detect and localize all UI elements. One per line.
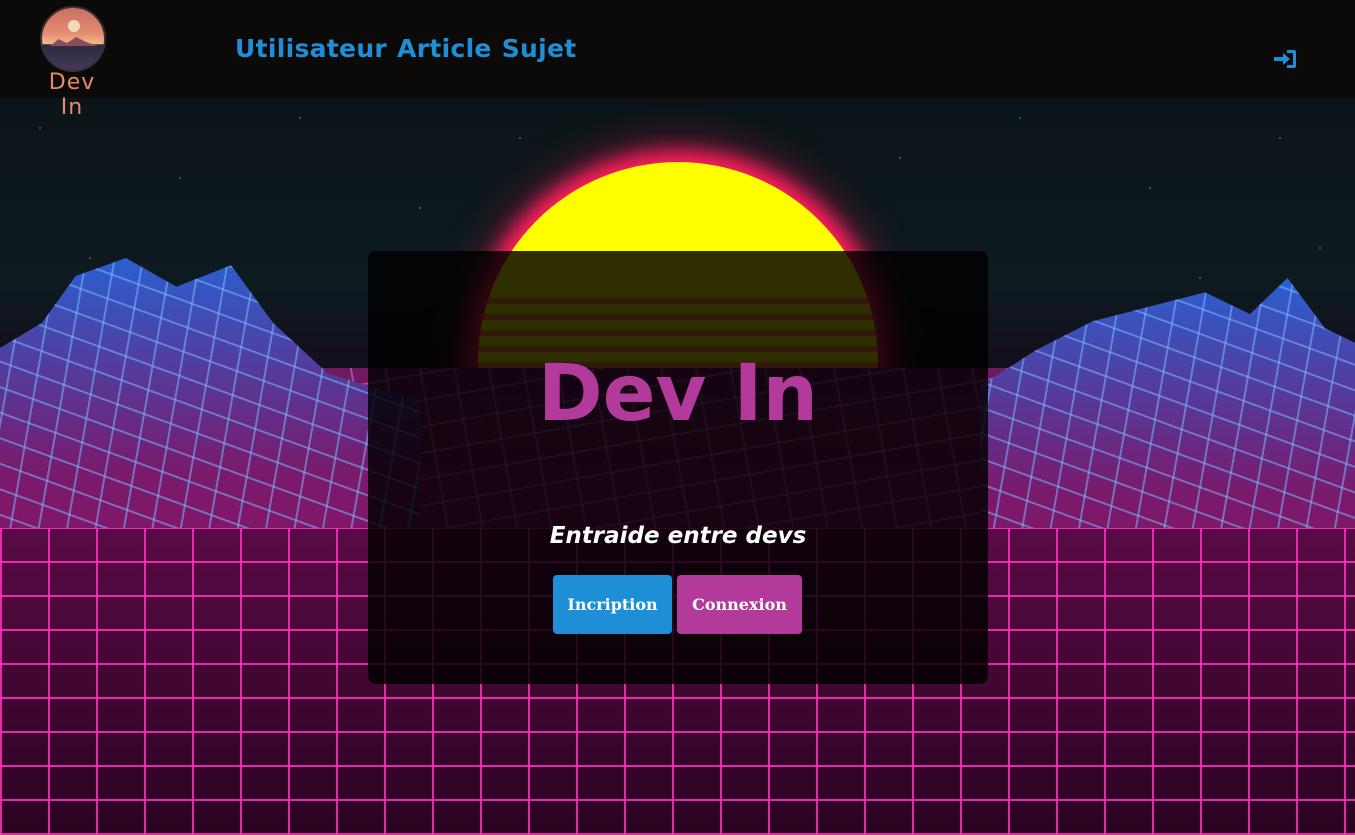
hero-subtitle: Entraide entre devs [549, 523, 807, 549]
welcome-card: Dev In Entraide entre devs Incription Co… [368, 251, 988, 684]
hero-title: Dev In [537, 349, 819, 439]
top-navbar: Dev In Utilisateur Article Sujet [0, 0, 1355, 120]
logo-sun-icon [68, 20, 80, 32]
nav-link-article[interactable]: Article [397, 34, 492, 63]
sign-in-icon[interactable] [1272, 48, 1298, 70]
register-button[interactable]: Incription [553, 575, 672, 634]
login-button[interactable]: Connexion [677, 575, 802, 634]
logo-text: Dev In [48, 70, 96, 120]
nav-link-sujet[interactable]: Sujet [502, 34, 577, 63]
site-logo[interactable]: Dev In [38, 4, 106, 120]
logo-image [40, 6, 106, 72]
main-nav: Utilisateur Article Sujet [235, 34, 576, 63]
logo-mountain-icon [50, 37, 98, 46]
nav-link-utilisateur[interactable]: Utilisateur [235, 34, 387, 63]
